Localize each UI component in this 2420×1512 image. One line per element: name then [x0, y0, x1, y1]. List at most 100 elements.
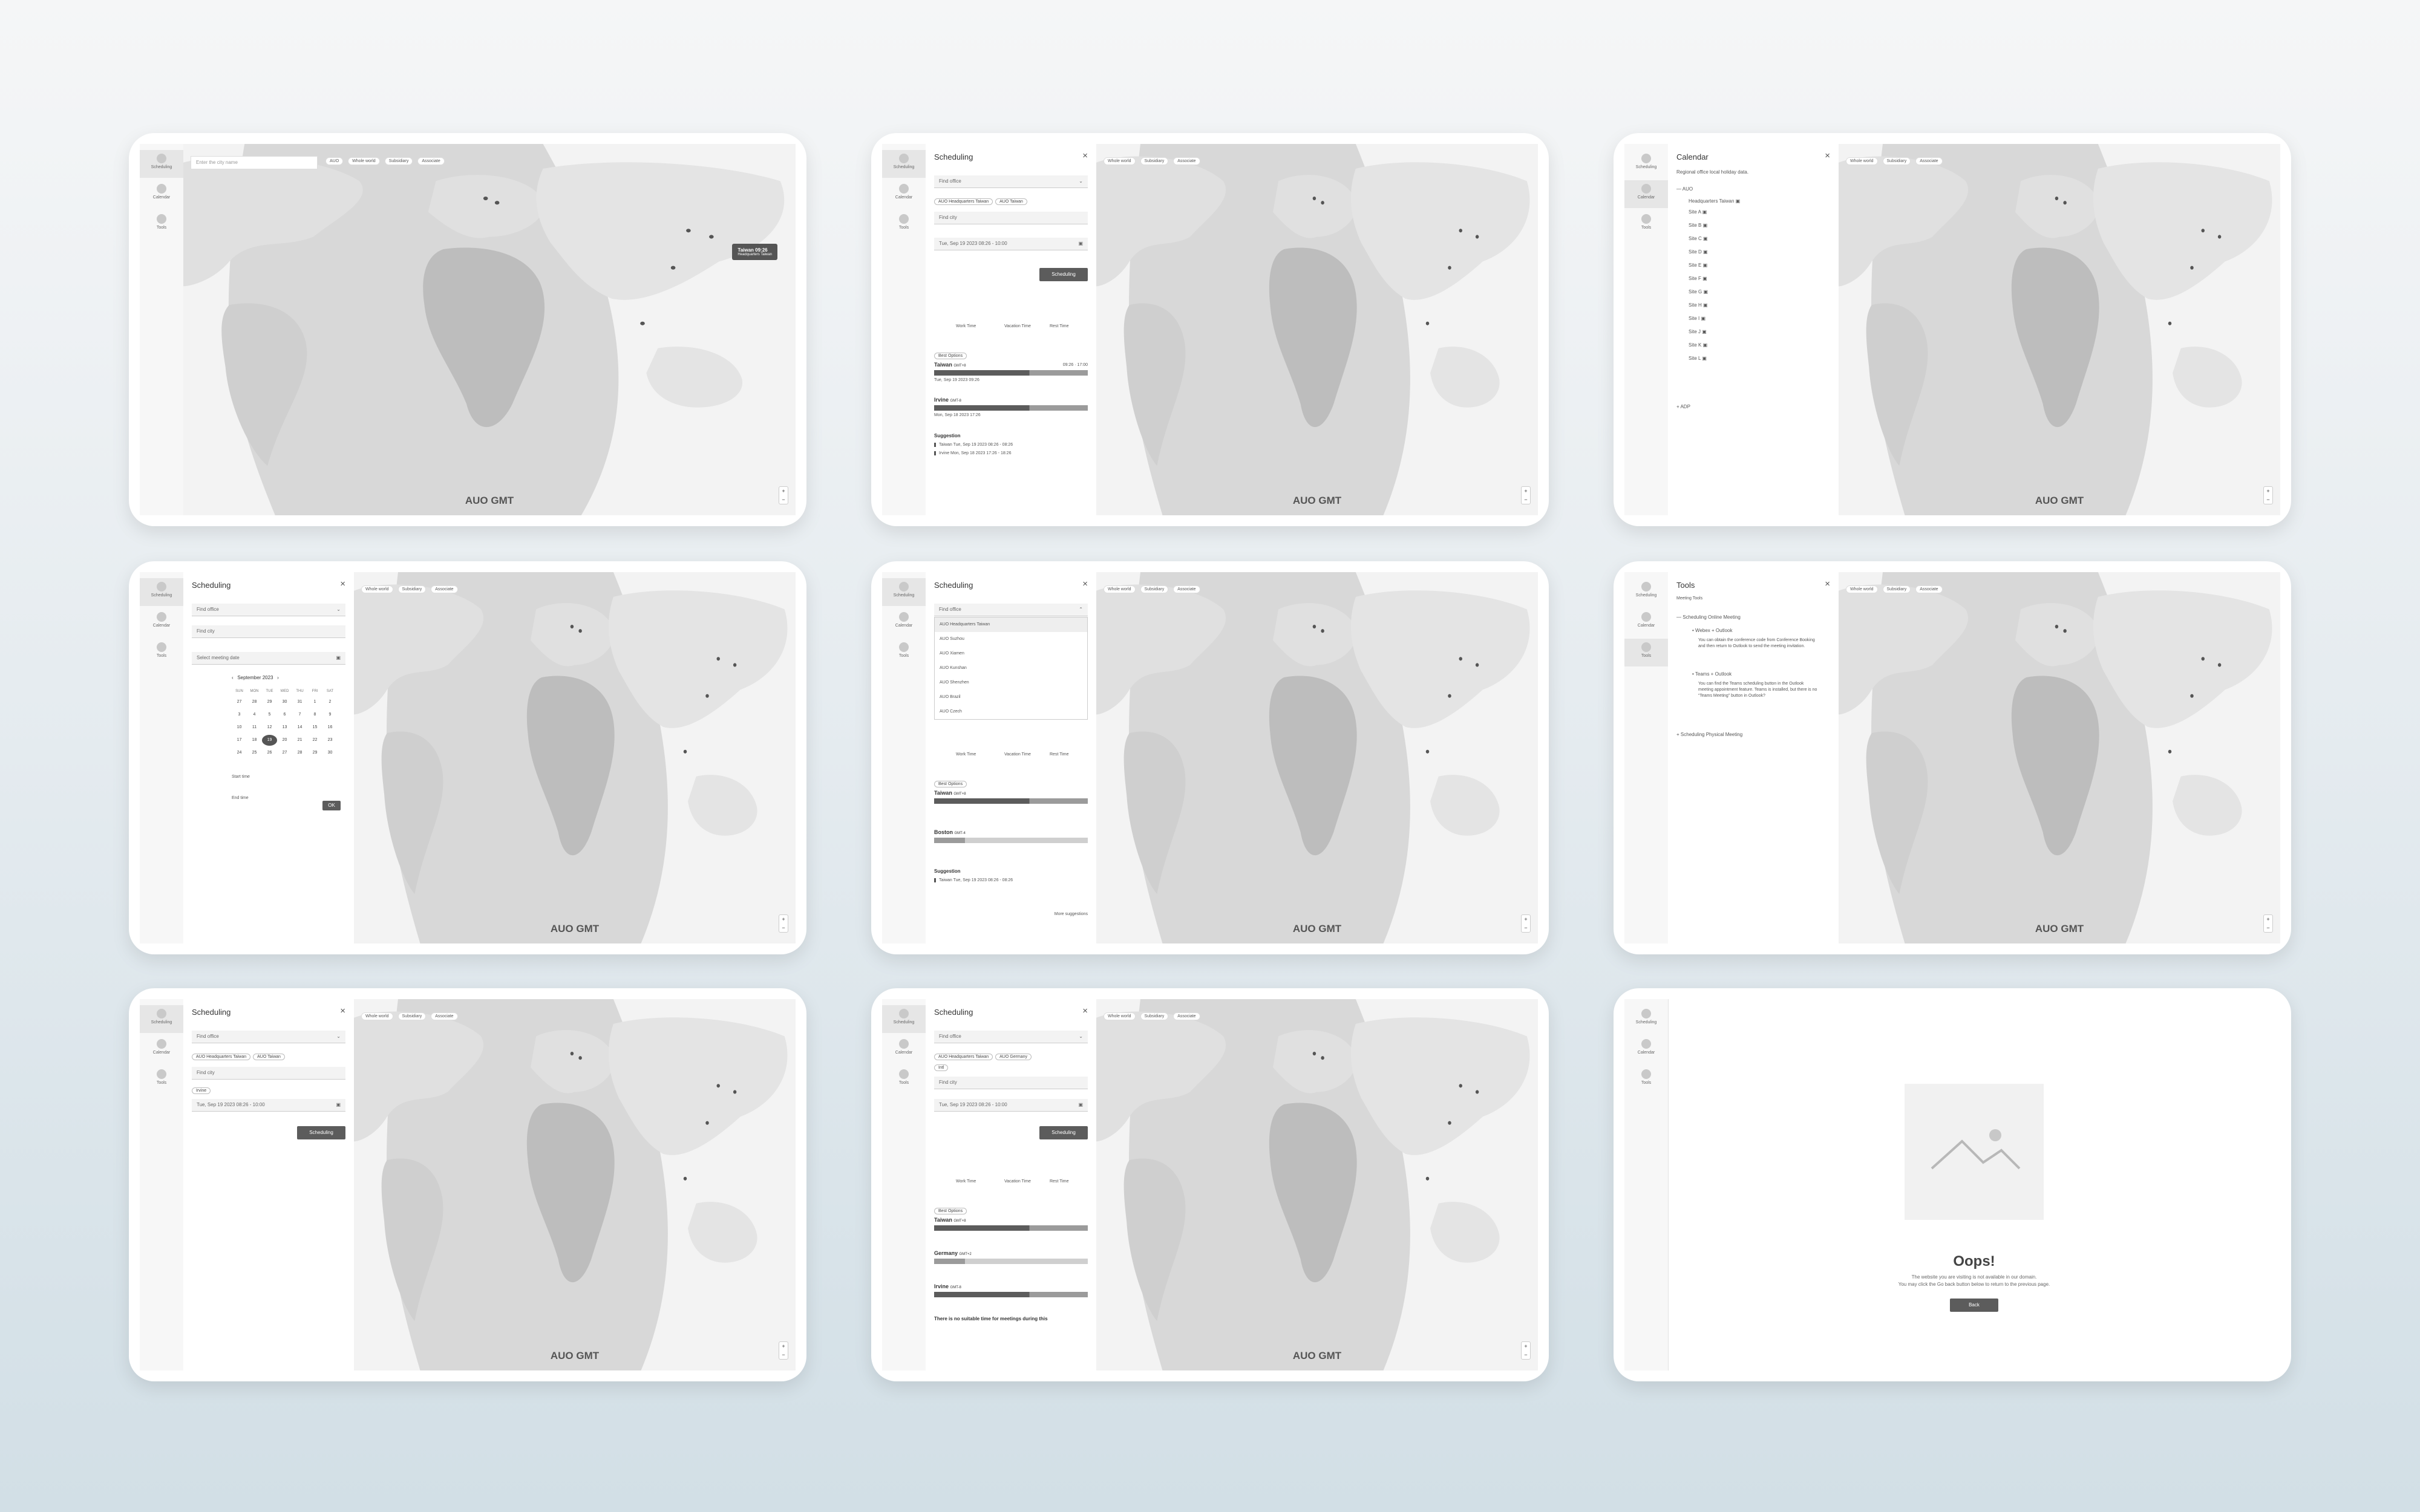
day-cell[interactable]: 23 — [322, 735, 338, 746]
day-cell[interactable]: 12 — [262, 722, 277, 733]
city-input[interactable]: Find city — [192, 625, 345, 638]
day-cell[interactable]: 25 — [247, 748, 262, 758]
day-cell[interactable]: 6 — [277, 709, 292, 720]
zoom-control[interactable]: + − — [779, 914, 788, 933]
region-chip[interactable]: Whole world — [1846, 157, 1878, 165]
close-icon[interactable]: × — [1825, 579, 1830, 589]
day-cell[interactable]: 7 — [292, 709, 307, 720]
zoom-out-button[interactable]: − — [2264, 495, 2272, 504]
nav-scheduling[interactable]: Scheduling — [882, 1005, 926, 1033]
section-toggle[interactable]: — Scheduling Online Meeting — [1676, 614, 1741, 620]
region-chip[interactable]: Whole world — [361, 1012, 393, 1020]
site-item[interactable]: Site K ▣ — [1689, 342, 1707, 348]
site-item[interactable]: Site G ▣ — [1689, 289, 1708, 295]
day-cell[interactable]: 20 — [277, 735, 292, 746]
map-area[interactable]: Whole world Subsidiary Associate AUO GMT +… — [1096, 999, 1538, 1370]
filter-chip[interactable]: AUO — [325, 157, 344, 165]
region-chip[interactable]: Whole world — [1104, 157, 1136, 165]
day-cell[interactable]: 19 — [262, 735, 277, 746]
city-input[interactable]: Find city — [934, 212, 1088, 224]
nav-calendar[interactable]: Calendar — [1624, 180, 1668, 208]
day-cell[interactable]: 29 — [262, 697, 277, 708]
nav-tools[interactable]: Tools — [140, 639, 183, 666]
map-area[interactable]: Enter the city name AUO Whole world Subs… — [183, 144, 796, 515]
day-cell[interactable]: 31 — [292, 697, 307, 708]
subsidiary-chip[interactable]: Subsidiary — [1882, 585, 1911, 593]
nav-scheduling[interactable]: Scheduling — [1624, 150, 1668, 178]
dropdown-option[interactable]: AUO Kunshan — [935, 661, 1087, 676]
zoom-out-button[interactable]: − — [779, 495, 788, 504]
dropdown-option[interactable]: AUO Brazil — [935, 690, 1087, 705]
city-input[interactable]: Find city — [192, 1067, 345, 1080]
day-cell[interactable]: 13 — [277, 722, 292, 733]
site-item[interactable]: Site F ▣ — [1689, 276, 1707, 281]
day-cell[interactable]: 10 — [232, 722, 247, 733]
site-select[interactable]: Find office ⌄ — [934, 175, 1088, 188]
scheduling-button[interactable]: Scheduling — [1039, 1126, 1088, 1139]
nav-scheduling[interactable]: Scheduling — [140, 1005, 183, 1033]
zoom-out-button[interactable]: − — [779, 1351, 788, 1359]
nav-tools[interactable]: Tools — [1624, 1066, 1668, 1093]
day-cell[interactable]: 30 — [322, 748, 338, 758]
associate-chip[interactable]: Associate — [1173, 585, 1200, 593]
dropdown-option[interactable]: AUO Shenzhen — [935, 676, 1087, 690]
site-item[interactable]: Headquarters Taiwan ▣ — [1689, 198, 1740, 204]
nav-calendar[interactable]: Calendar — [882, 180, 926, 208]
associate-chip[interactable]: Associate — [1173, 157, 1200, 165]
dropdown-option[interactable]: AUO Xiamen — [935, 647, 1087, 661]
day-cell[interactable]: 27 — [277, 748, 292, 758]
nav-tools[interactable]: Tools — [882, 1066, 926, 1093]
nav-calendar[interactable]: Calendar — [1624, 608, 1668, 636]
zoom-control[interactable]: + − — [779, 486, 788, 504]
day-cell[interactable]: 5 — [262, 709, 277, 720]
subsidiary-chip[interactable]: Subsidiary — [1882, 157, 1911, 165]
day-cell[interactable]: 15 — [307, 722, 322, 733]
region-chip[interactable]: Whole world — [1104, 1012, 1136, 1020]
region-chip[interactable]: Whole world — [348, 157, 380, 165]
day-cell[interactable]: 28 — [247, 697, 262, 708]
associate-chip[interactable]: Associate — [417, 157, 445, 165]
dropdown-option[interactable]: AUO Czech — [935, 705, 1087, 719]
region-chip[interactable]: Whole world — [1846, 585, 1878, 593]
day-cell[interactable]: 17 — [232, 735, 247, 746]
more-suggestions-link[interactable]: More suggestions — [1055, 912, 1088, 916]
associate-chip[interactable]: Associate — [1173, 1012, 1200, 1020]
zoom-in-button[interactable]: + — [2264, 915, 2272, 924]
day-cell[interactable]: 1 — [307, 697, 322, 708]
map-area[interactable]: Whole world Subsidiary Associate AUO GMT +… — [1839, 572, 2280, 943]
map-area[interactable]: Whole world Subsidiary Associate AUO GMT +… — [1096, 144, 1538, 515]
tag-item[interactable]: Irvine — [192, 1087, 211, 1094]
nav-calendar[interactable]: Calendar — [140, 180, 183, 208]
site-item[interactable]: Site C ▣ — [1689, 236, 1708, 241]
zoom-out-button[interactable]: − — [779, 924, 788, 932]
zoom-control[interactable]: + − — [2263, 486, 2273, 504]
nav-calendar[interactable]: Calendar — [882, 1035, 926, 1063]
site-select[interactable]: Find office ⌄ — [192, 1031, 345, 1043]
datetime-field[interactable]: Tue, Sep 19 2023 08:26 - 10:00 ▣ — [934, 1099, 1088, 1112]
group-toggle[interactable]: — AUO — [1676, 186, 1693, 192]
region-chip[interactable]: Whole world — [1104, 585, 1136, 593]
zoom-in-button[interactable]: + — [779, 1342, 788, 1351]
dropdown-option[interactable]: AUO Headquarters Taiwan — [935, 618, 1087, 632]
map-area[interactable]: Whole world Subsidiary Associate AUO GMT +… — [1096, 572, 1538, 943]
zoom-in-button[interactable]: + — [1522, 487, 1530, 495]
site-item[interactable]: Site L ▣ — [1689, 356, 1707, 361]
day-cell[interactable]: 3 — [232, 709, 247, 720]
zoom-out-button[interactable]: − — [1522, 1351, 1530, 1359]
day-cell[interactable]: 9 — [322, 709, 338, 720]
zoom-control[interactable]: + − — [1521, 914, 1531, 933]
zoom-in-button[interactable]: + — [779, 915, 788, 924]
day-cell[interactable]: 14 — [292, 722, 307, 733]
group-toggle[interactable]: + ADP — [1676, 404, 1690, 409]
datetime-field[interactable]: Tue, Sep 19 2023 08:26 - 10:00 ▣ — [934, 238, 1088, 250]
nav-scheduling[interactable]: Scheduling — [140, 150, 183, 178]
nav-calendar[interactable]: Calendar — [882, 608, 926, 636]
ok-button[interactable]: OK — [322, 801, 341, 810]
day-cell[interactable]: 22 — [307, 735, 322, 746]
subsidiary-chip[interactable]: Subsidiary — [1140, 157, 1169, 165]
zoom-control[interactable]: + − — [779, 1341, 788, 1360]
day-cell[interactable]: 11 — [247, 722, 262, 733]
nav-calendar[interactable]: Calendar — [140, 1035, 183, 1063]
site-select[interactable]: Find office ⌄ — [934, 1031, 1088, 1043]
zoom-out-button[interactable]: − — [2264, 924, 2272, 932]
